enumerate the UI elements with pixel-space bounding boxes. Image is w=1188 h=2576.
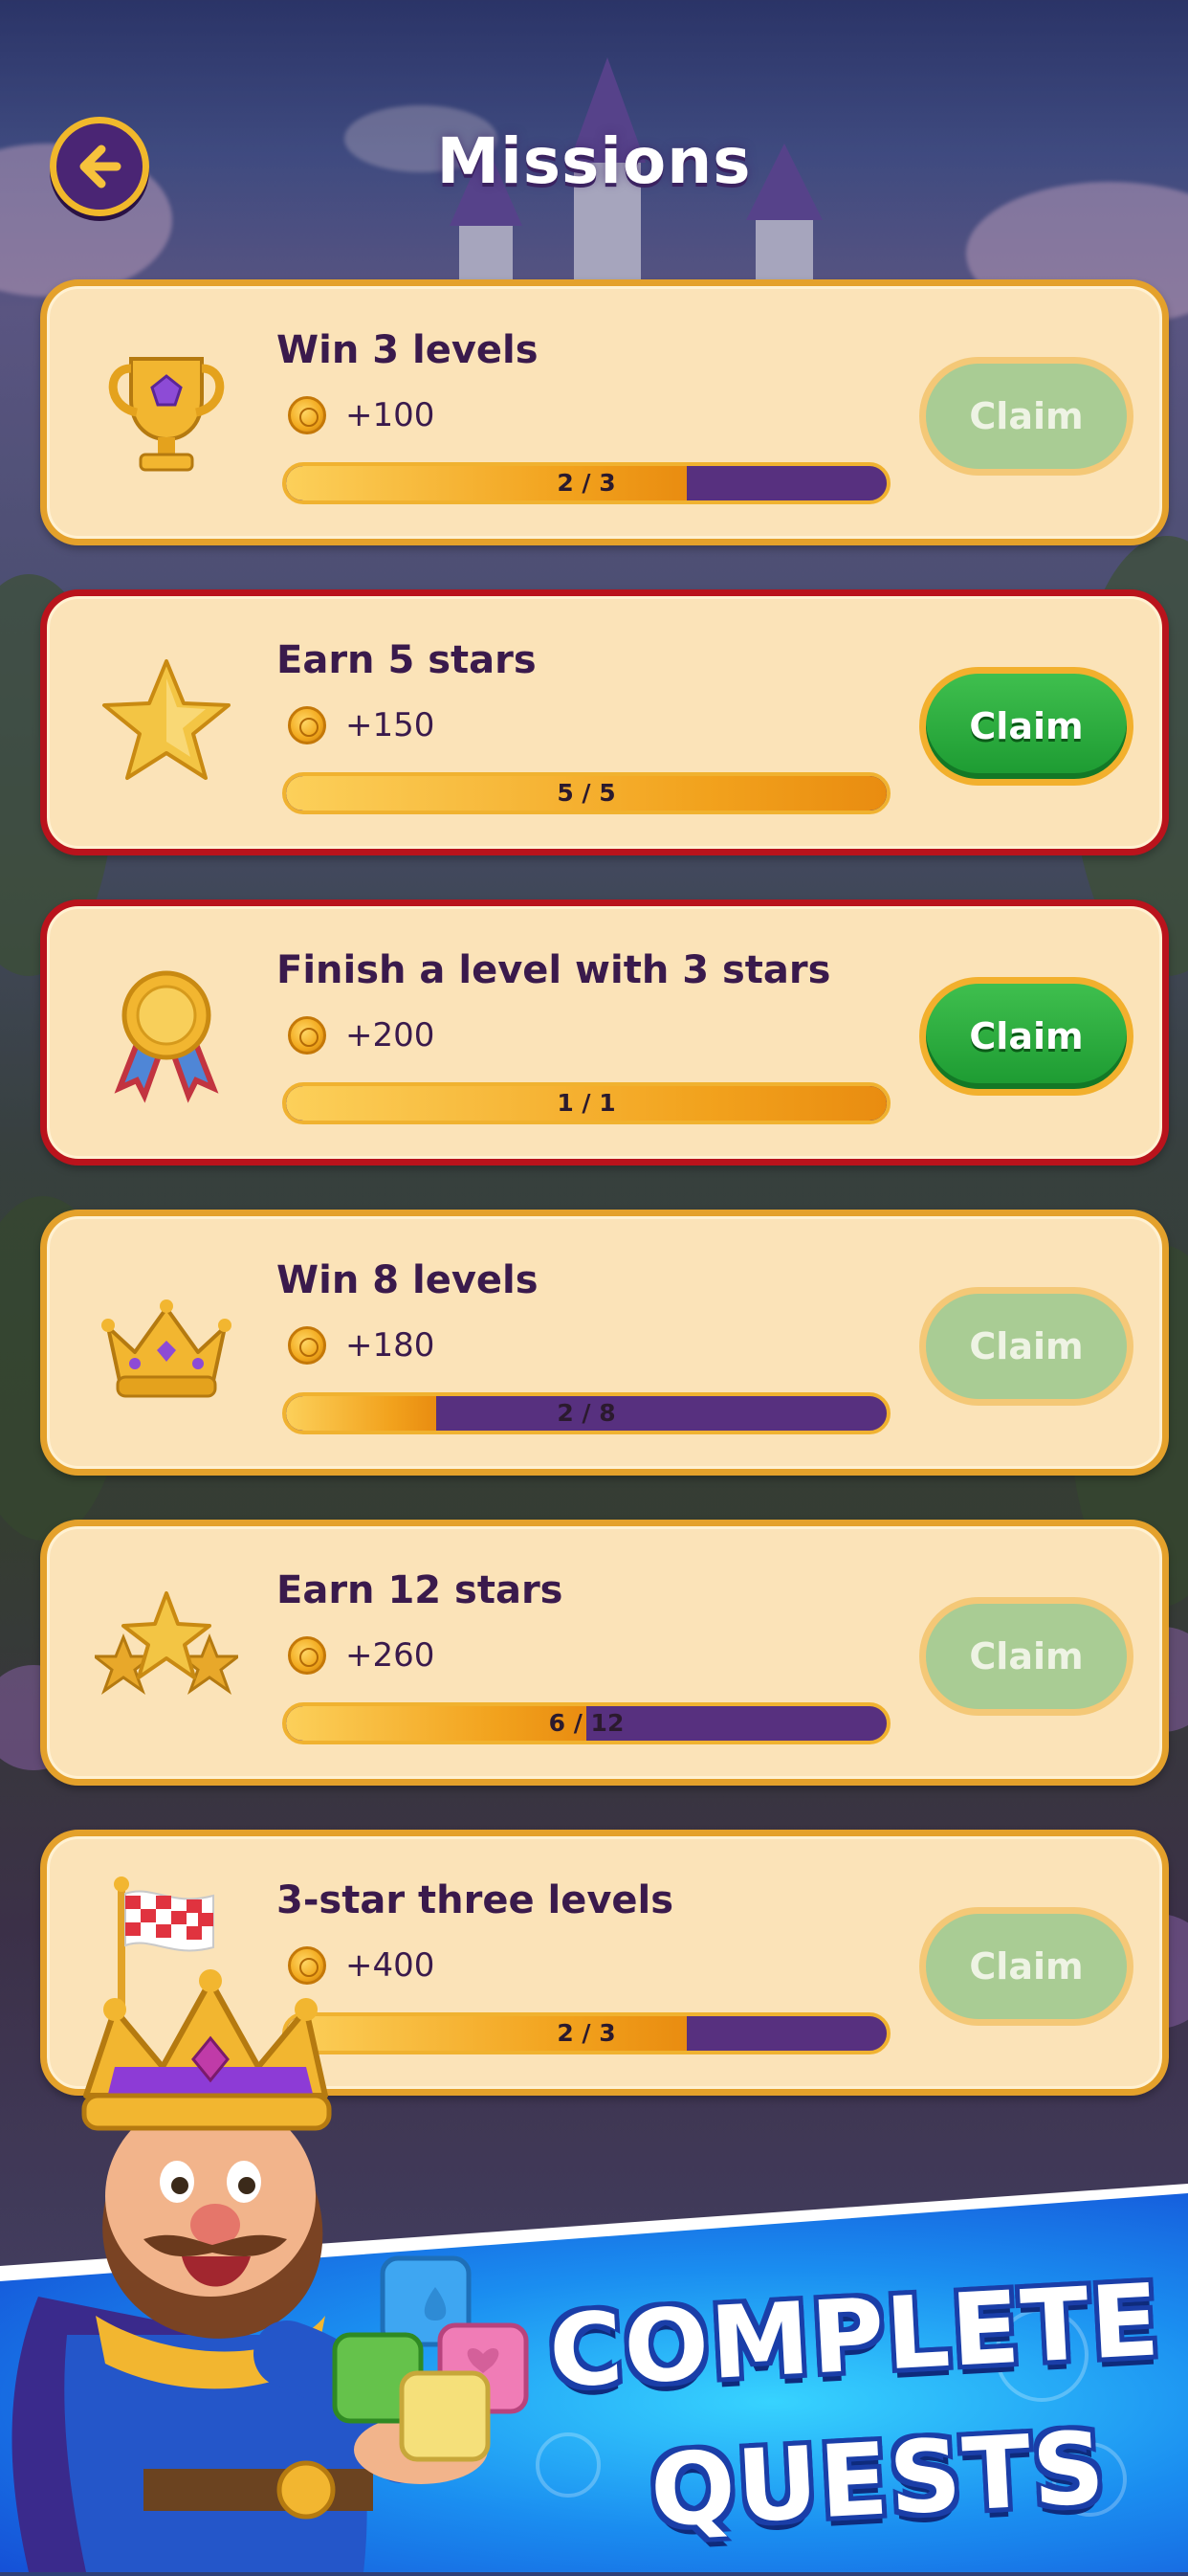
reward-amount: +180 [345, 1326, 435, 1365]
mission-card: Win 8 levels +180 2 / 8 Claim [40, 1210, 1169, 1476]
mission-title: 3-star three levels [276, 1878, 674, 1922]
mission-reward: +260 [288, 1633, 434, 1677]
progress-label: 1 / 1 [557, 1089, 616, 1117]
mission-title: Win 3 levels [276, 328, 539, 372]
progress-label: 2 / 3 [557, 469, 616, 497]
progress-bar: 6 / 12 [282, 1702, 891, 1744]
claim-button[interactable]: Claim [919, 357, 1133, 476]
reward-amount: +260 [345, 1636, 435, 1675]
reward-amount: +150 [345, 706, 435, 744]
mission-card: Earn 5 stars +150 5 / 5 Claim [40, 589, 1169, 855]
progress-bar: 5 / 5 [282, 772, 891, 814]
progress-bar: 1 / 1 [282, 1082, 891, 1124]
progress-label: 2 / 8 [557, 1399, 616, 1427]
progress-bar: 2 / 3 [282, 462, 891, 504]
claim-button[interactable]: Claim [919, 1597, 1133, 1716]
medal-icon [95, 960, 238, 1103]
reward-amount: +200 [345, 1016, 435, 1055]
mission-title: Earn 12 stars [276, 1568, 563, 1612]
mission-card: Finish a level with 3 stars +200 1 / 1 C… [40, 899, 1169, 1166]
progress-label: 5 / 5 [557, 779, 616, 807]
mission-reward: +100 [288, 393, 434, 437]
coin-icon [288, 1016, 326, 1055]
mission-title: Finish a level with 3 stars [276, 948, 831, 992]
mission-card: Win 3 levels +100 2 / 3 Claim [40, 279, 1169, 545]
king-mascot [0, 1952, 574, 2572]
mission-reward: +180 [288, 1323, 434, 1367]
three-stars-icon [90, 1580, 243, 1723]
mission-reward: +200 [288, 1013, 434, 1057]
claim-button[interactable]: Claim [919, 977, 1133, 1096]
coin-icon [288, 706, 326, 744]
star-icon [95, 650, 238, 793]
claim-button[interactable]: Claim [919, 1287, 1133, 1406]
progress-label: 6 / 12 [548, 1709, 625, 1737]
mission-card: Earn 12 stars +260 6 / 12 Claim [40, 1520, 1169, 1786]
coin-icon [288, 1636, 326, 1675]
banner-line-quests: QUESTS [648, 2409, 1110, 2550]
claim-button[interactable]: Claim [919, 667, 1133, 786]
reward-amount: +100 [345, 396, 435, 434]
crown-icon [95, 1270, 238, 1413]
coin-icon [288, 1326, 326, 1365]
claim-button[interactable]: Claim [919, 1907, 1133, 2026]
progress-bar: 2 / 8 [282, 1392, 891, 1434]
page-title: Missions [436, 124, 752, 198]
mission-reward: +150 [288, 703, 434, 747]
mission-title: Earn 5 stars [276, 638, 537, 682]
trophy-icon [95, 340, 238, 483]
coin-icon [288, 396, 326, 434]
mission-title: Win 8 levels [276, 1258, 539, 1302]
header: Missions [0, 0, 1188, 278]
